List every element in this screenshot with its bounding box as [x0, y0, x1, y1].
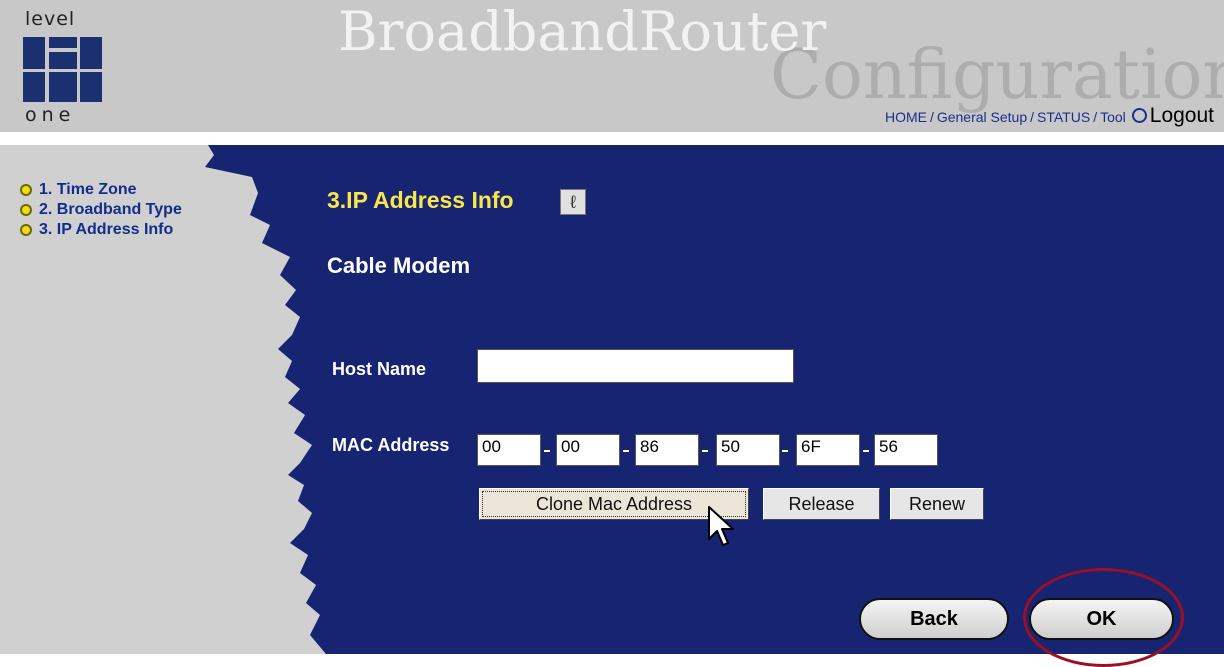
levelone-logo: level one: [22, 8, 112, 126]
mac-separator: [782, 450, 788, 452]
content-area: 1. Time Zone 2. Broadband Type 3. IP Add…: [0, 145, 1224, 667]
mouse-pointer-icon: [708, 506, 734, 546]
mac-field-2[interactable]: 00: [556, 434, 620, 466]
host-name-label: Host Name: [332, 359, 427, 379]
nav-general-setup[interactable]: General Setup: [937, 109, 1027, 125]
back-button[interactable]: Back: [859, 598, 1009, 640]
host-name-input[interactable]: [477, 349, 794, 383]
mac-separator: [702, 450, 708, 452]
sidebar-menu: 1. Time Zone 2. Broadband Type 3. IP Add…: [20, 180, 182, 240]
mac-separator: [623, 450, 629, 452]
header-title: BroadbandRouter: [338, 0, 827, 63]
logo-text-top: level: [25, 8, 76, 30]
release-button[interactable]: Release: [763, 488, 880, 520]
mac-separator: [863, 450, 869, 452]
mac-field-4[interactable]: 50: [716, 434, 780, 466]
nav-logout[interactable]: Logout: [1150, 104, 1214, 127]
sidebar-item-time-zone[interactable]: 1. Time Zone: [20, 180, 182, 200]
nav-status[interactable]: STATUS: [1037, 109, 1090, 125]
top-navigation: HOME / General Setup / STATUS / Tool Logout: [884, 104, 1214, 127]
connection-type-title: Cable Modem: [327, 253, 471, 278]
nav-home[interactable]: HOME: [885, 109, 927, 125]
mac-field-3[interactable]: 86: [635, 434, 699, 466]
sidebar-item-ip-address-info[interactable]: 3. IP Address Info: [20, 220, 182, 240]
section-title: 3.IP Address Info: [327, 187, 514, 213]
nav-tool[interactable]: Tool: [1100, 109, 1126, 125]
sidebar-item-label: 1. Time Zone: [39, 181, 137, 198]
renew-button[interactable]: Renew: [890, 488, 984, 520]
logo-text-bottom: one: [25, 104, 76, 126]
sidebar-item-broadband-type[interactable]: 2. Broadband Type: [20, 200, 182, 220]
mac-field-1[interactable]: 00: [477, 434, 541, 466]
sidebar-item-label: 2. Broadband Type: [39, 201, 182, 218]
bullet-icon: [20, 224, 32, 236]
mac-separator: [544, 450, 550, 452]
header-banner: level one Configuration BroadbandRouter …: [0, 0, 1224, 132]
highlight-circle: [1023, 568, 1184, 667]
logout-ring-icon: [1131, 108, 1147, 123]
mac-field-6[interactable]: 56: [874, 434, 938, 466]
sidebar-item-label: 3. IP Address Info: [39, 221, 174, 238]
help-icon[interactable]: ℓ: [560, 189, 586, 215]
bullet-icon: [20, 204, 32, 216]
bullet-icon: [20, 184, 32, 196]
mac-field-5[interactable]: 6F: [796, 434, 860, 466]
mac-address-label: MAC Address: [332, 435, 450, 455]
blue-panel-background: [205, 145, 1224, 654]
